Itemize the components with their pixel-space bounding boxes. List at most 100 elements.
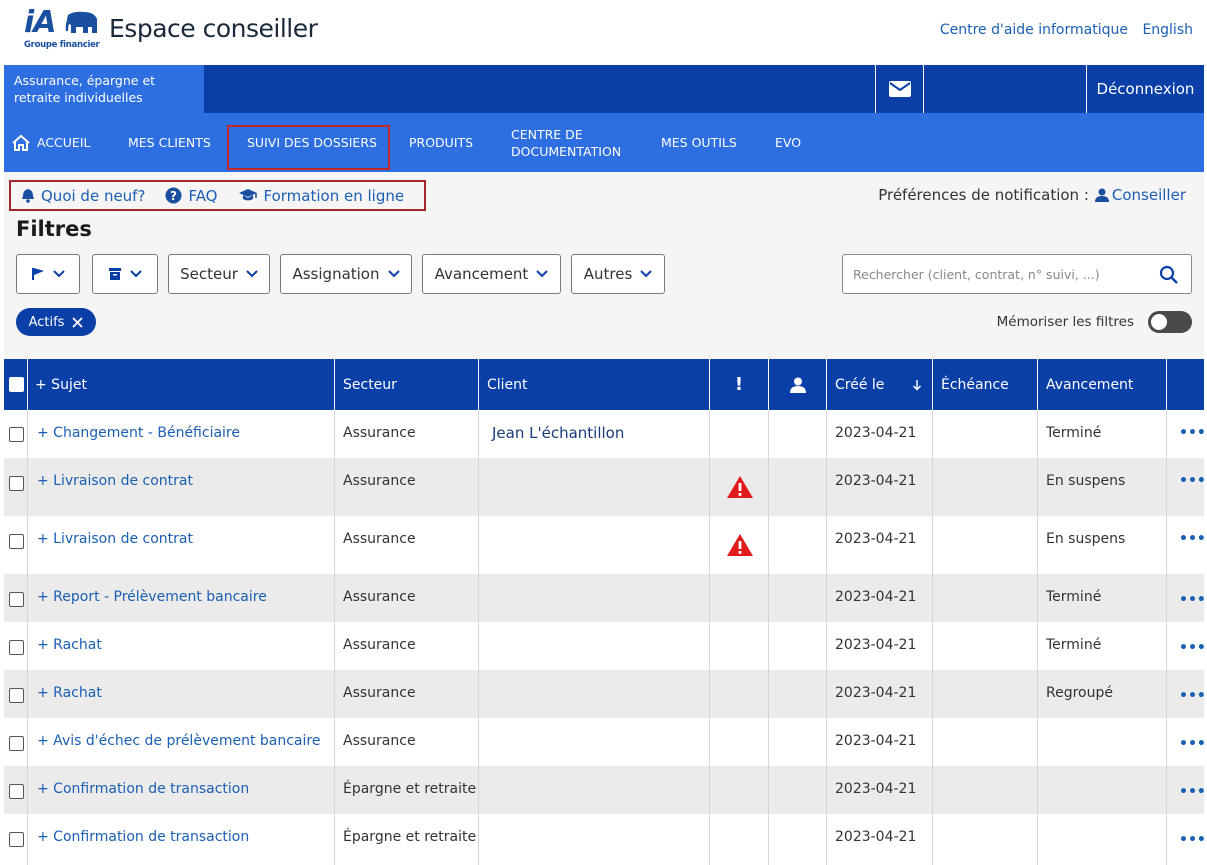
table-row[interactable]: + Confirmation de transaction Épargne et…	[4, 766, 1204, 814]
memorize-toggle[interactable]	[1148, 311, 1192, 333]
table-row[interactable]: + Rachat Assurance 2023-04-21 Terminé ••…	[4, 622, 1204, 670]
training-link[interactable]: Formation en ligne	[238, 187, 404, 205]
row-checkbox[interactable]	[9, 688, 24, 703]
row-select-cell	[4, 410, 28, 458]
row-alert	[710, 516, 769, 574]
col-created[interactable]: Créé le	[827, 359, 933, 410]
more-actions-icon[interactable]: •••	[1167, 718, 1204, 766]
row-subject[interactable]: + Confirmation de transaction	[28, 814, 335, 865]
row-due	[933, 516, 1038, 574]
pref-conseiller-link[interactable]: Conseiller	[1094, 186, 1186, 204]
row-checkbox[interactable]	[9, 534, 24, 549]
row-checkbox[interactable]	[9, 476, 24, 491]
more-actions-icon[interactable]: •••	[1167, 458, 1204, 516]
autres-filter-label: Autres	[583, 265, 633, 283]
sector-tab[interactable]: Assurance, épargne et retraite individue…	[4, 65, 204, 113]
avancement-filter-button[interactable]: Avancement	[422, 254, 561, 294]
row-checkbox[interactable]	[9, 784, 24, 799]
row-alert	[710, 670, 769, 718]
chevron-down-icon	[387, 270, 400, 278]
active-filter-chip[interactable]: Actifs	[16, 308, 96, 336]
search-box	[842, 254, 1192, 294]
archive-filter-button[interactable]	[92, 254, 158, 294]
english-link[interactable]: English	[1142, 22, 1193, 38]
chevron-down-icon	[246, 270, 258, 278]
row-progress: Terminé	[1038, 410, 1167, 458]
row-checkbox[interactable]	[9, 640, 24, 655]
row-alert	[710, 574, 769, 622]
row-client[interactable]: Jean L'échantillon	[479, 410, 710, 458]
row-alert	[710, 814, 769, 865]
row-checkbox[interactable]	[9, 427, 24, 442]
more-actions-icon[interactable]: •••	[1167, 516, 1204, 574]
row-checkbox[interactable]	[9, 592, 24, 607]
col-assignee[interactable]	[769, 359, 827, 410]
secteur-filter-label: Secteur	[180, 265, 238, 283]
assignation-filter-label: Assignation	[292, 265, 380, 283]
graduation-cap-icon	[238, 189, 257, 201]
col-due[interactable]: Échéance	[933, 359, 1038, 410]
row-subject[interactable]: + Livraison de contrat	[28, 458, 335, 516]
nav-evo[interactable]: EVO	[775, 113, 801, 172]
search-input[interactable]	[853, 264, 1148, 284]
row-assignee	[769, 410, 827, 458]
more-actions-icon[interactable]: •••	[1167, 670, 1204, 718]
row-created: 2023-04-21	[827, 814, 933, 865]
row-subject[interactable]: + Avis d'échec de prélèvement bancaire	[28, 718, 335, 766]
faq-link[interactable]: ? FAQ	[165, 187, 218, 205]
table-row[interactable]: + Changement - Bénéficiaire Assurance Je…	[4, 410, 1204, 458]
nav-produits[interactable]: PRODUITS	[409, 113, 473, 172]
col-subject[interactable]: + Sujet	[28, 359, 335, 410]
nav-mes-clients[interactable]: MES CLIENTS	[128, 113, 211, 172]
row-progress	[1038, 718, 1167, 766]
col-progress[interactable]: Avancement	[1038, 359, 1167, 410]
more-actions-icon[interactable]: •••	[1167, 766, 1204, 814]
col-sector[interactable]: Secteur	[335, 359, 479, 410]
more-actions-icon[interactable]: •••	[1167, 410, 1204, 458]
more-actions-icon[interactable]: •••	[1167, 622, 1204, 670]
flag-filter-button[interactable]	[16, 254, 80, 294]
row-subject[interactable]: + Livraison de contrat	[28, 516, 335, 574]
row-assignee	[769, 622, 827, 670]
ia-logo[interactable]: iA Groupe financier	[24, 5, 102, 51]
autres-filter-button[interactable]: Autres	[571, 254, 665, 294]
nav-mes-outils[interactable]: MES OUTILS	[661, 113, 737, 172]
table-row[interactable]: + Rachat Assurance 2023-04-21 Regroupé •…	[4, 670, 1204, 718]
row-sector: Assurance	[335, 670, 479, 718]
logout-button[interactable]: Déconnexion	[1086, 65, 1204, 113]
table-row[interactable]: + Confirmation de transaction Épargne et…	[4, 814, 1204, 865]
question-icon: ?	[165, 187, 182, 204]
col-alert[interactable]: !	[710, 359, 769, 410]
more-actions-icon[interactable]: •••	[1167, 814, 1204, 865]
row-subject[interactable]: + Rachat	[28, 622, 335, 670]
help-center-link[interactable]: Centre d'aide informatique	[940, 22, 1128, 38]
flag-icon	[31, 268, 44, 280]
secteur-filter-button[interactable]: Secteur	[168, 254, 270, 294]
search-icon[interactable]	[1159, 265, 1179, 285]
row-alert	[710, 766, 769, 814]
row-subject[interactable]: + Report - Prélèvement bancaire	[28, 574, 335, 622]
row-client	[479, 670, 710, 718]
row-checkbox[interactable]	[9, 832, 24, 847]
whats-new-link[interactable]: Quoi de neuf?	[21, 187, 145, 205]
table-row[interactable]: + Livraison de contrat Assurance 2023-04…	[4, 516, 1204, 574]
nav-centre-documentation[interactable]: CENTRE DE DOCUMENTATION	[511, 113, 631, 172]
row-subject[interactable]: + Confirmation de transaction	[28, 766, 335, 814]
quick-links: Quoi de neuf? ? FAQ Formation en ligne	[9, 180, 426, 211]
assignation-filter-button[interactable]: Assignation	[280, 254, 412, 294]
table-row[interactable]: + Avis d'échec de prélèvement bancaire A…	[4, 718, 1204, 766]
row-client	[479, 516, 710, 574]
nav-accueil[interactable]: ACCUEIL	[11, 113, 91, 172]
more-actions-icon[interactable]: •••	[1167, 574, 1204, 622]
row-client	[479, 574, 710, 622]
row-checkbox[interactable]	[9, 736, 24, 751]
table-row[interactable]: + Livraison de contrat Assurance 2023-04…	[4, 458, 1204, 516]
col-client[interactable]: Client	[479, 359, 710, 410]
envelope-icon	[888, 81, 911, 97]
mail-button[interactable]	[875, 65, 924, 113]
row-subject[interactable]: + Rachat	[28, 670, 335, 718]
row-subject[interactable]: + Changement - Bénéficiaire	[28, 410, 335, 458]
select-all-checkbox[interactable]	[9, 377, 24, 392]
close-icon[interactable]	[72, 316, 84, 328]
table-row[interactable]: + Report - Prélèvement bancaire Assuranc…	[4, 574, 1204, 622]
